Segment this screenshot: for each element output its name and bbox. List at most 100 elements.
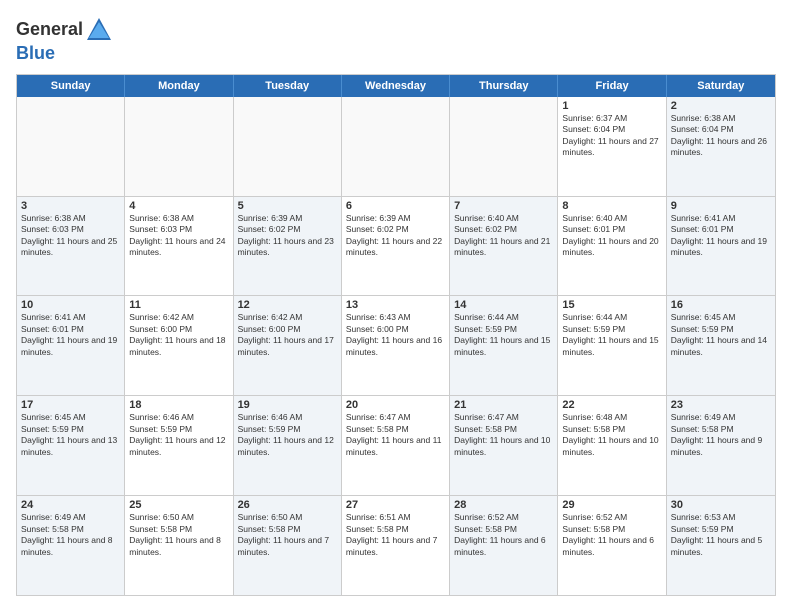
table-row [17,97,125,196]
calendar-week-1: 1Sunrise: 6:37 AM Sunset: 6:04 PM Daylig… [17,97,775,197]
day-number: 15 [562,299,661,311]
day-number: 11 [129,299,228,311]
table-row: 11Sunrise: 6:42 AM Sunset: 6:00 PM Dayli… [125,296,233,395]
day-info: Sunrise: 6:47 AM Sunset: 5:58 PM Dayligh… [454,412,553,458]
header-day-thursday: Thursday [450,75,558,97]
day-info: Sunrise: 6:38 AM Sunset: 6:04 PM Dayligh… [671,113,771,159]
table-row: 22Sunrise: 6:48 AM Sunset: 5:58 PM Dayli… [558,396,666,495]
day-info: Sunrise: 6:49 AM Sunset: 5:58 PM Dayligh… [21,512,120,558]
table-row: 2Sunrise: 6:38 AM Sunset: 6:04 PM Daylig… [667,97,775,196]
day-number: 12 [238,299,337,311]
day-number: 6 [346,200,445,212]
day-info: Sunrise: 6:51 AM Sunset: 5:58 PM Dayligh… [346,512,445,558]
day-info: Sunrise: 6:50 AM Sunset: 5:58 PM Dayligh… [238,512,337,558]
table-row: 24Sunrise: 6:49 AM Sunset: 5:58 PM Dayli… [17,496,125,595]
header-day-saturday: Saturday [667,75,775,97]
table-row: 1Sunrise: 6:37 AM Sunset: 6:04 PM Daylig… [558,97,666,196]
day-number: 8 [562,200,661,212]
table-row: 14Sunrise: 6:44 AM Sunset: 5:59 PM Dayli… [450,296,558,395]
day-number: 30 [671,499,771,511]
table-row: 17Sunrise: 6:45 AM Sunset: 5:59 PM Dayli… [17,396,125,495]
table-row: 13Sunrise: 6:43 AM Sunset: 6:00 PM Dayli… [342,296,450,395]
table-row: 10Sunrise: 6:41 AM Sunset: 6:01 PM Dayli… [17,296,125,395]
table-row [125,97,233,196]
header-day-friday: Friday [558,75,666,97]
table-row: 9Sunrise: 6:41 AM Sunset: 6:01 PM Daylig… [667,197,775,296]
table-row: 28Sunrise: 6:52 AM Sunset: 5:58 PM Dayli… [450,496,558,595]
table-row: 19Sunrise: 6:46 AM Sunset: 5:59 PM Dayli… [234,396,342,495]
calendar: SundayMondayTuesdayWednesdayThursdayFrid… [16,74,776,596]
day-info: Sunrise: 6:42 AM Sunset: 6:00 PM Dayligh… [129,312,228,358]
day-info: Sunrise: 6:38 AM Sunset: 6:03 PM Dayligh… [129,213,228,259]
logo: General Blue [16,16,113,64]
day-info: Sunrise: 6:52 AM Sunset: 5:58 PM Dayligh… [454,512,553,558]
day-info: Sunrise: 6:43 AM Sunset: 6:00 PM Dayligh… [346,312,445,358]
table-row: 4Sunrise: 6:38 AM Sunset: 6:03 PM Daylig… [125,197,233,296]
day-info: Sunrise: 6:40 AM Sunset: 6:01 PM Dayligh… [562,213,661,259]
day-info: Sunrise: 6:44 AM Sunset: 5:59 PM Dayligh… [454,312,553,358]
calendar-week-2: 3Sunrise: 6:38 AM Sunset: 6:03 PM Daylig… [17,197,775,297]
day-number: 5 [238,200,337,212]
header: General Blue [16,16,776,64]
table-row: 23Sunrise: 6:49 AM Sunset: 5:58 PM Dayli… [667,396,775,495]
day-number: 7 [454,200,553,212]
day-number: 29 [562,499,661,511]
table-row [450,97,558,196]
header-day-tuesday: Tuesday [234,75,342,97]
day-info: Sunrise: 6:41 AM Sunset: 6:01 PM Dayligh… [21,312,120,358]
day-info: Sunrise: 6:46 AM Sunset: 5:59 PM Dayligh… [129,412,228,458]
day-number: 24 [21,499,120,511]
day-number: 26 [238,499,337,511]
table-row: 26Sunrise: 6:50 AM Sunset: 5:58 PM Dayli… [234,496,342,595]
day-info: Sunrise: 6:39 AM Sunset: 6:02 PM Dayligh… [238,213,337,259]
day-info: Sunrise: 6:37 AM Sunset: 6:04 PM Dayligh… [562,113,661,159]
day-number: 14 [454,299,553,311]
day-number: 16 [671,299,771,311]
day-info: Sunrise: 6:50 AM Sunset: 5:58 PM Dayligh… [129,512,228,558]
calendar-body: 1Sunrise: 6:37 AM Sunset: 6:04 PM Daylig… [17,97,775,595]
day-info: Sunrise: 6:48 AM Sunset: 5:58 PM Dayligh… [562,412,661,458]
logo-blue: Blue [16,44,55,64]
table-row: 20Sunrise: 6:47 AM Sunset: 5:58 PM Dayli… [342,396,450,495]
day-number: 3 [21,200,120,212]
table-row: 16Sunrise: 6:45 AM Sunset: 5:59 PM Dayli… [667,296,775,395]
header-day-sunday: Sunday [17,75,125,97]
page: General Blue SundayMondayTuesdayWednesda… [0,0,792,612]
table-row [342,97,450,196]
logo-icon [85,16,113,44]
day-info: Sunrise: 6:49 AM Sunset: 5:58 PM Dayligh… [671,412,771,458]
day-info: Sunrise: 6:38 AM Sunset: 6:03 PM Dayligh… [21,213,120,259]
day-number: 25 [129,499,228,511]
table-row: 7Sunrise: 6:40 AM Sunset: 6:02 PM Daylig… [450,197,558,296]
table-row: 3Sunrise: 6:38 AM Sunset: 6:03 PM Daylig… [17,197,125,296]
day-number: 2 [671,100,771,112]
day-info: Sunrise: 6:45 AM Sunset: 5:59 PM Dayligh… [21,412,120,458]
calendar-header: SundayMondayTuesdayWednesdayThursdayFrid… [17,75,775,97]
table-row [234,97,342,196]
day-number: 21 [454,399,553,411]
day-number: 27 [346,499,445,511]
day-info: Sunrise: 6:47 AM Sunset: 5:58 PM Dayligh… [346,412,445,458]
table-row: 12Sunrise: 6:42 AM Sunset: 6:00 PM Dayli… [234,296,342,395]
table-row: 25Sunrise: 6:50 AM Sunset: 5:58 PM Dayli… [125,496,233,595]
table-row: 5Sunrise: 6:39 AM Sunset: 6:02 PM Daylig… [234,197,342,296]
day-info: Sunrise: 6:46 AM Sunset: 5:59 PM Dayligh… [238,412,337,458]
day-number: 19 [238,399,337,411]
day-number: 23 [671,399,771,411]
day-number: 10 [21,299,120,311]
day-number: 20 [346,399,445,411]
day-info: Sunrise: 6:41 AM Sunset: 6:01 PM Dayligh… [671,213,771,259]
calendar-week-3: 10Sunrise: 6:41 AM Sunset: 6:01 PM Dayli… [17,296,775,396]
day-number: 1 [562,100,661,112]
table-row: 30Sunrise: 6:53 AM Sunset: 5:59 PM Dayli… [667,496,775,595]
table-row: 27Sunrise: 6:51 AM Sunset: 5:58 PM Dayli… [342,496,450,595]
calendar-week-5: 24Sunrise: 6:49 AM Sunset: 5:58 PM Dayli… [17,496,775,595]
table-row: 6Sunrise: 6:39 AM Sunset: 6:02 PM Daylig… [342,197,450,296]
day-info: Sunrise: 6:44 AM Sunset: 5:59 PM Dayligh… [562,312,661,358]
table-row: 15Sunrise: 6:44 AM Sunset: 5:59 PM Dayli… [558,296,666,395]
table-row: 18Sunrise: 6:46 AM Sunset: 5:59 PM Dayli… [125,396,233,495]
day-number: 17 [21,399,120,411]
day-info: Sunrise: 6:39 AM Sunset: 6:02 PM Dayligh… [346,213,445,259]
day-number: 28 [454,499,553,511]
table-row: 21Sunrise: 6:47 AM Sunset: 5:58 PM Dayli… [450,396,558,495]
